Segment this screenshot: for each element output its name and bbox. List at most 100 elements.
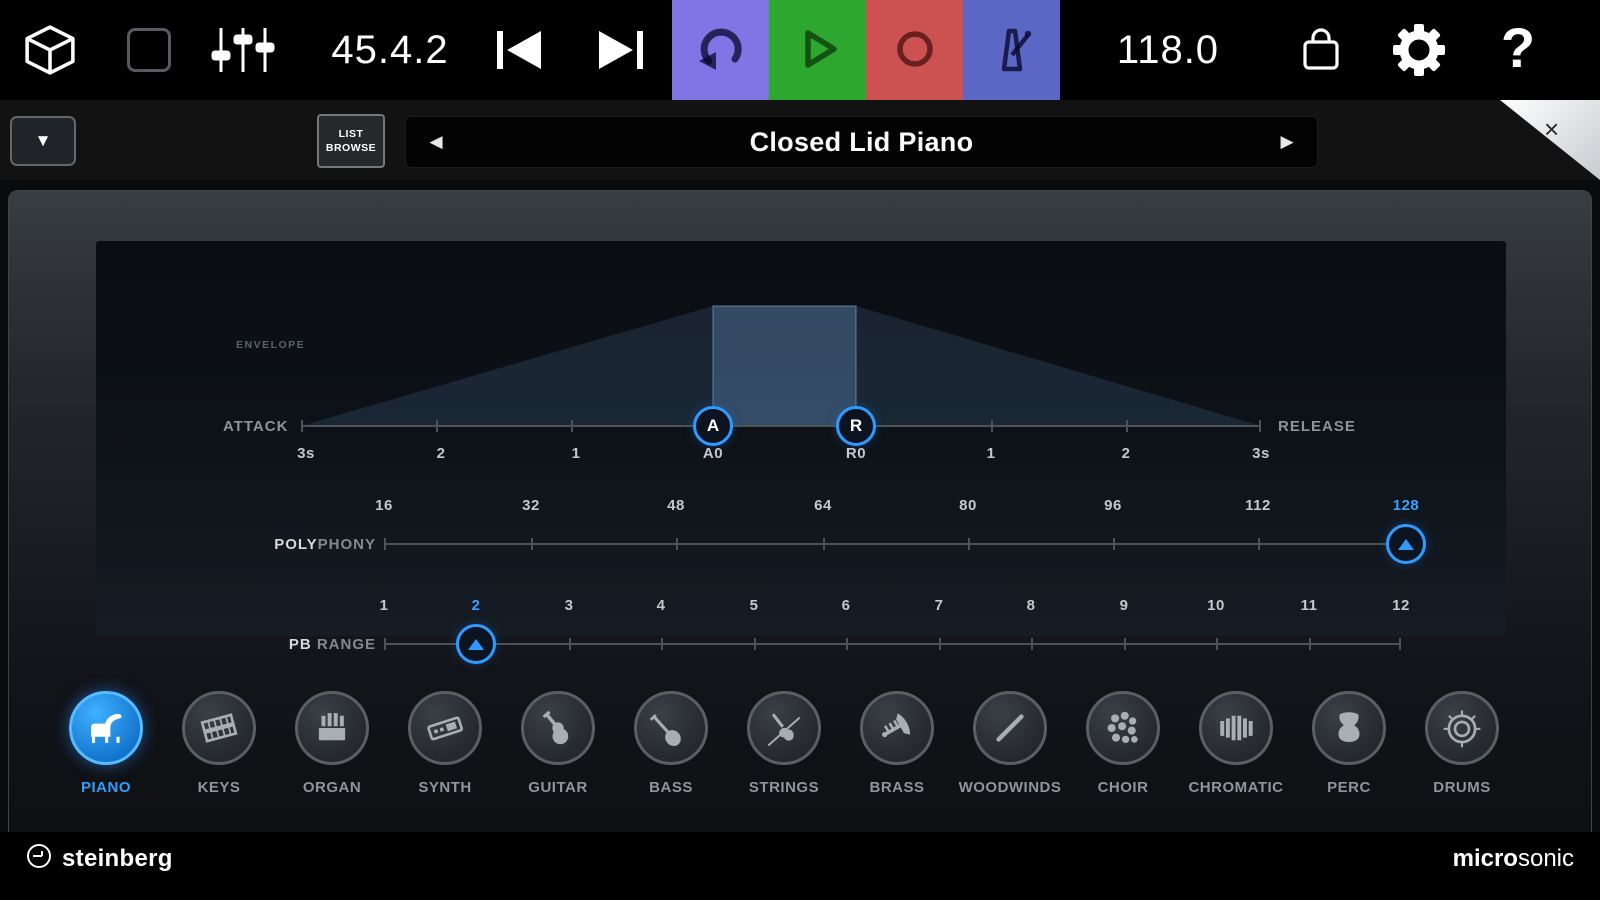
- scale-label: 1: [572, 445, 581, 462]
- pb-range-track[interactable]: [384, 643, 1401, 645]
- instrument-label: STRINGS: [749, 779, 819, 796]
- instrument-guitar[interactable]: GUITAR: [505, 691, 611, 796]
- tick-label: 6: [842, 597, 851, 614]
- metronome-icon: [984, 21, 1040, 80]
- close-corner-button[interactable]: ×: [1500, 100, 1600, 180]
- attack-handle[interactable]: A: [693, 406, 733, 446]
- close-icon: ×: [1544, 114, 1559, 145]
- tick-label: 96: [1104, 497, 1122, 514]
- play-button[interactable]: [769, 0, 866, 100]
- tick-label: 32: [522, 497, 540, 514]
- shop-bag-icon[interactable]: [1297, 26, 1345, 79]
- stop-button[interactable]: [127, 28, 171, 72]
- tick-label: 112: [1245, 497, 1271, 514]
- scale-label: 1: [987, 445, 996, 462]
- tick-label: 9: [1120, 597, 1129, 614]
- tick-label: 8: [1027, 597, 1036, 614]
- skip-forward-button[interactable]: [593, 29, 645, 76]
- instrument-brass[interactable]: BRASS: [844, 691, 950, 796]
- help-button[interactable]: ?: [1488, 0, 1548, 100]
- woodwinds-icon: [973, 691, 1047, 765]
- instrument-perc[interactable]: PERC: [1296, 691, 1402, 796]
- microsonic-brand: microsonic: [1453, 845, 1574, 873]
- polyphony-scale-row: 16 32 48 64 80 96 112 128: [96, 497, 1506, 515]
- choir-icon: [1086, 691, 1160, 765]
- steinberg-wordmark: steinberg: [62, 845, 173, 873]
- organ-icon: [295, 691, 369, 765]
- instrument-label: PIANO: [81, 779, 131, 796]
- pb-range-label: PB RANGE: [96, 636, 376, 653]
- scale-label: 3s: [1252, 445, 1270, 462]
- cycle-loop-icon: [693, 21, 749, 80]
- preset-row: ▼ LIST BROWSE ◀ Closed Lid Piano ▶ ×: [0, 100, 1600, 180]
- instrument-panel: ENVELOPE ATTACK RELEASE A R 3s 2 1 A0 R0…: [8, 190, 1592, 832]
- instrument-strings[interactable]: STRINGS: [731, 691, 837, 796]
- envelope-curve: [96, 241, 1506, 636]
- tempo-display[interactable]: 118.0: [1098, 0, 1238, 100]
- instrument-piano[interactable]: PIANO: [53, 691, 159, 796]
- record-button[interactable]: [866, 0, 963, 100]
- tick-label: 5: [750, 597, 759, 614]
- tick-label-active: 2: [472, 597, 481, 614]
- guitar-icon: [521, 691, 595, 765]
- instrument-label: DRUMS: [1433, 779, 1491, 796]
- envelope-section-label: ENVELOPE: [236, 339, 305, 351]
- instrument-woodwinds[interactable]: WOODWINDS: [957, 691, 1063, 796]
- chromatic-icon: [1199, 691, 1273, 765]
- cycle-button[interactable]: [672, 0, 769, 100]
- tick-label: 1: [380, 597, 389, 614]
- instrument-drums[interactable]: DRUMS: [1409, 691, 1515, 796]
- instrument-chromatic[interactable]: CHROMATIC: [1183, 691, 1289, 796]
- pb-range-handle[interactable]: [456, 624, 496, 664]
- mixer-icon[interactable]: [211, 26, 275, 79]
- envelope-track[interactable]: [301, 425, 1261, 427]
- keys-icon: [182, 691, 256, 765]
- instrument-label: PERC: [1327, 779, 1371, 796]
- scale-label: A0: [703, 445, 723, 462]
- release-handle[interactable]: R: [836, 406, 876, 446]
- synth-icon: [408, 691, 482, 765]
- polyphony-track[interactable]: [384, 543, 1406, 545]
- tick-label: 48: [667, 497, 685, 514]
- list-browse-line2: BROWSE: [326, 142, 376, 154]
- instrument-label: BRASS: [869, 779, 924, 796]
- microsonic-app-window: 45.4.2: [0, 0, 1600, 900]
- transport-toolbar: 45.4.2: [0, 0, 1600, 100]
- instrument-label: BASS: [649, 779, 693, 796]
- steinberg-brand: steinberg: [26, 843, 173, 876]
- settings-gear-icon[interactable]: [1393, 24, 1445, 81]
- list-browse-line1: LIST: [339, 128, 364, 140]
- list-browse-button[interactable]: LIST BROWSE: [317, 114, 385, 168]
- tick-label: 10: [1207, 597, 1225, 614]
- instrument-organ[interactable]: ORGAN: [279, 691, 385, 796]
- instrument-synth[interactable]: SYNTH: [392, 691, 498, 796]
- skip-back-button[interactable]: [495, 29, 547, 76]
- instrument-choir[interactable]: CHOIR: [1070, 691, 1176, 796]
- steinberg-logo-icon: [26, 843, 52, 876]
- preset-name[interactable]: Closed Lid Piano: [466, 127, 1257, 158]
- time-display[interactable]: 45.4.2: [320, 0, 460, 100]
- tick-label: 7: [935, 597, 944, 614]
- collapse-panel-button[interactable]: ▼: [10, 116, 76, 166]
- instrument-bass[interactable]: BASS: [618, 691, 724, 796]
- release-handle-label: R: [850, 416, 862, 436]
- piano-icon: [69, 691, 143, 765]
- instrument-keys[interactable]: KEYS: [166, 691, 272, 796]
- prev-preset-arrow[interactable]: ◀: [406, 132, 466, 152]
- tick-label: 12: [1392, 597, 1410, 614]
- metronome-button[interactable]: [963, 0, 1060, 100]
- tick-label: 64: [814, 497, 832, 514]
- next-preset-arrow[interactable]: ▶: [1257, 132, 1317, 152]
- up-arrow-icon: [468, 639, 484, 650]
- scale-label: R0: [846, 445, 866, 462]
- attack-label: ATTACK: [223, 418, 288, 435]
- scale-label: 2: [437, 445, 446, 462]
- polyphony-handle[interactable]: [1386, 524, 1426, 564]
- tick-label: 80: [959, 497, 977, 514]
- attack-handle-label: A: [707, 416, 719, 436]
- app-cube-icon[interactable]: [22, 24, 78, 81]
- instrument-label: WOODWINDS: [959, 779, 1062, 796]
- brass-icon: [860, 691, 934, 765]
- instrument-label: SYNTH: [418, 779, 471, 796]
- bass-icon: [634, 691, 708, 765]
